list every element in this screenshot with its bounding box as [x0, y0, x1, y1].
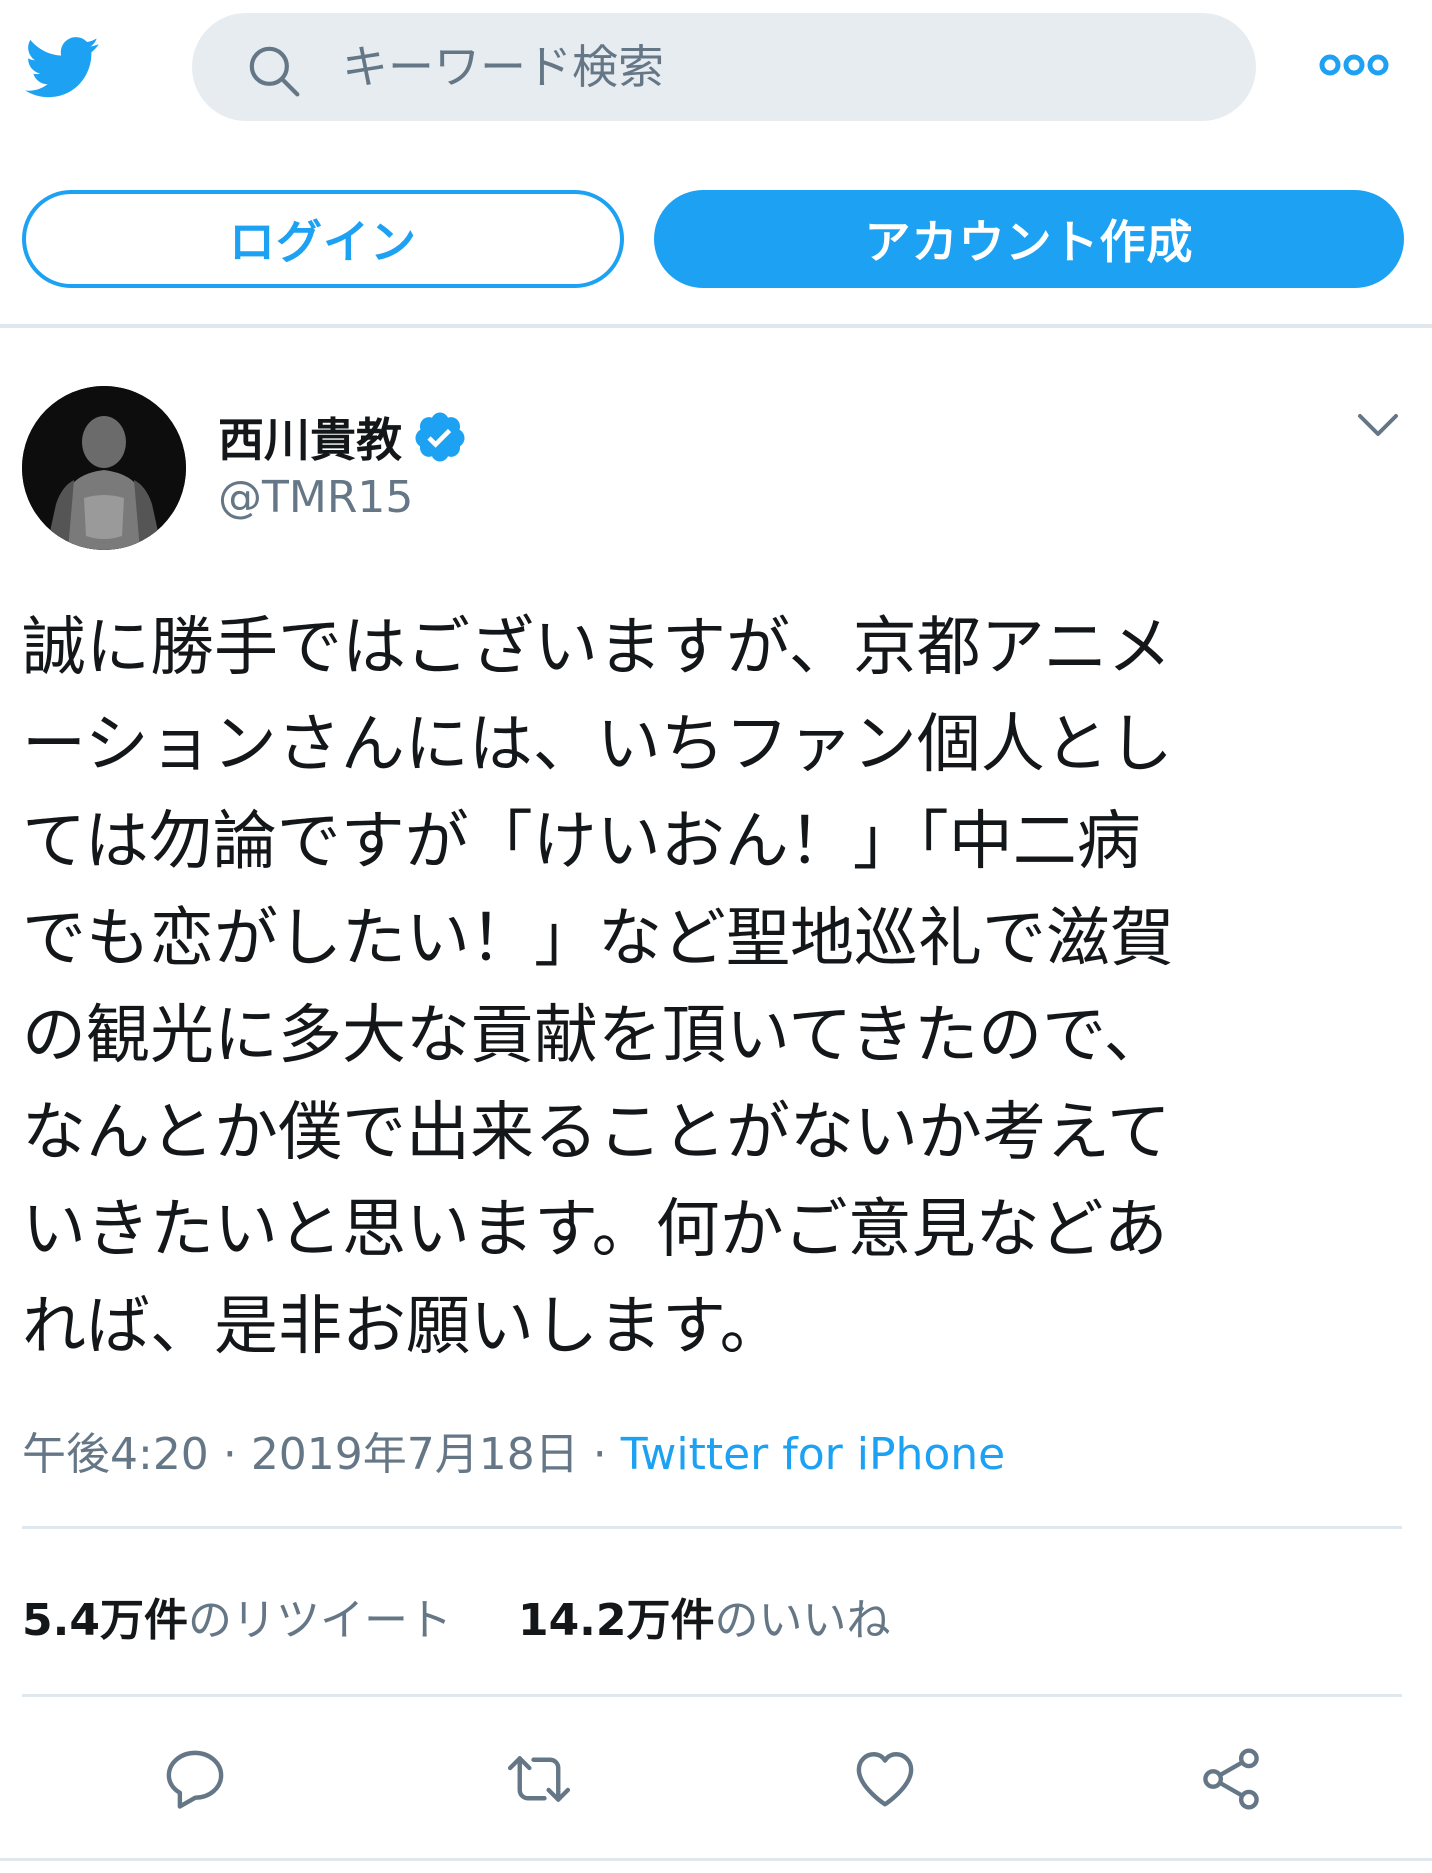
share-icon[interactable] [1196, 1746, 1266, 1812]
retweet-label: のリツイート [187, 1595, 452, 1646]
like-stat[interactable]: 14.2万件のいいね [518, 1595, 891, 1646]
tweet-source-link[interactable]: Twitter for iPhone [621, 1429, 1005, 1480]
retweet-count: 5.4万件 [22, 1595, 188, 1646]
tweet-time[interactable]: 午後4:20 [22, 1429, 209, 1480]
divider [22, 1694, 1402, 1697]
like-label: のいいね [714, 1595, 891, 1646]
like-count: 14.2万件 [517, 1595, 715, 1646]
top-bar [0, 0, 1432, 130]
author-name-text[interactable]: 西川貴教 [218, 404, 402, 470]
author-name[interactable]: 西川貴教 [218, 404, 468, 470]
heart-icon[interactable] [850, 1746, 920, 1812]
divider [0, 324, 1432, 328]
meta-separator: · [222, 1429, 237, 1480]
tweet-date[interactable]: 2019年7月18日 [251, 1429, 579, 1480]
signup-button[interactable]: アカウント作成 [654, 190, 1404, 288]
meta-separator: · [592, 1429, 607, 1480]
tweet-meta: 午後4:20 · 2019年7月18日 · Twitter for iPhone [22, 1418, 1005, 1482]
search-icon [249, 46, 300, 97]
author-handle[interactable]: @TMR15 [218, 472, 413, 523]
tweet-text: 誠に勝手ではございますが、京都アニメ ーションさんには、いちファン個人とし ては… [22, 611, 1174, 1364]
chevron-down-icon[interactable] [1356, 410, 1400, 440]
verified-badge-icon [415, 412, 465, 462]
avatar-image [22, 386, 186, 550]
divider [0, 1858, 1432, 1861]
search-bar[interactable] [192, 13, 1256, 121]
search-input[interactable] [342, 27, 1222, 107]
avatar[interactable] [22, 386, 186, 550]
twitter-bird-icon[interactable] [22, 30, 104, 104]
reply-icon[interactable] [160, 1746, 230, 1812]
more-dots-icon[interactable] [1318, 50, 1390, 80]
divider [22, 1526, 1402, 1529]
tweet-stats: 5.4万件のリツイート 14.2万件のいいね [22, 1584, 891, 1648]
login-button[interactable]: ログイン [22, 190, 624, 288]
retweet-icon[interactable] [504, 1746, 574, 1812]
retweet-stat[interactable]: 5.4万件のリツイート [22, 1595, 452, 1646]
